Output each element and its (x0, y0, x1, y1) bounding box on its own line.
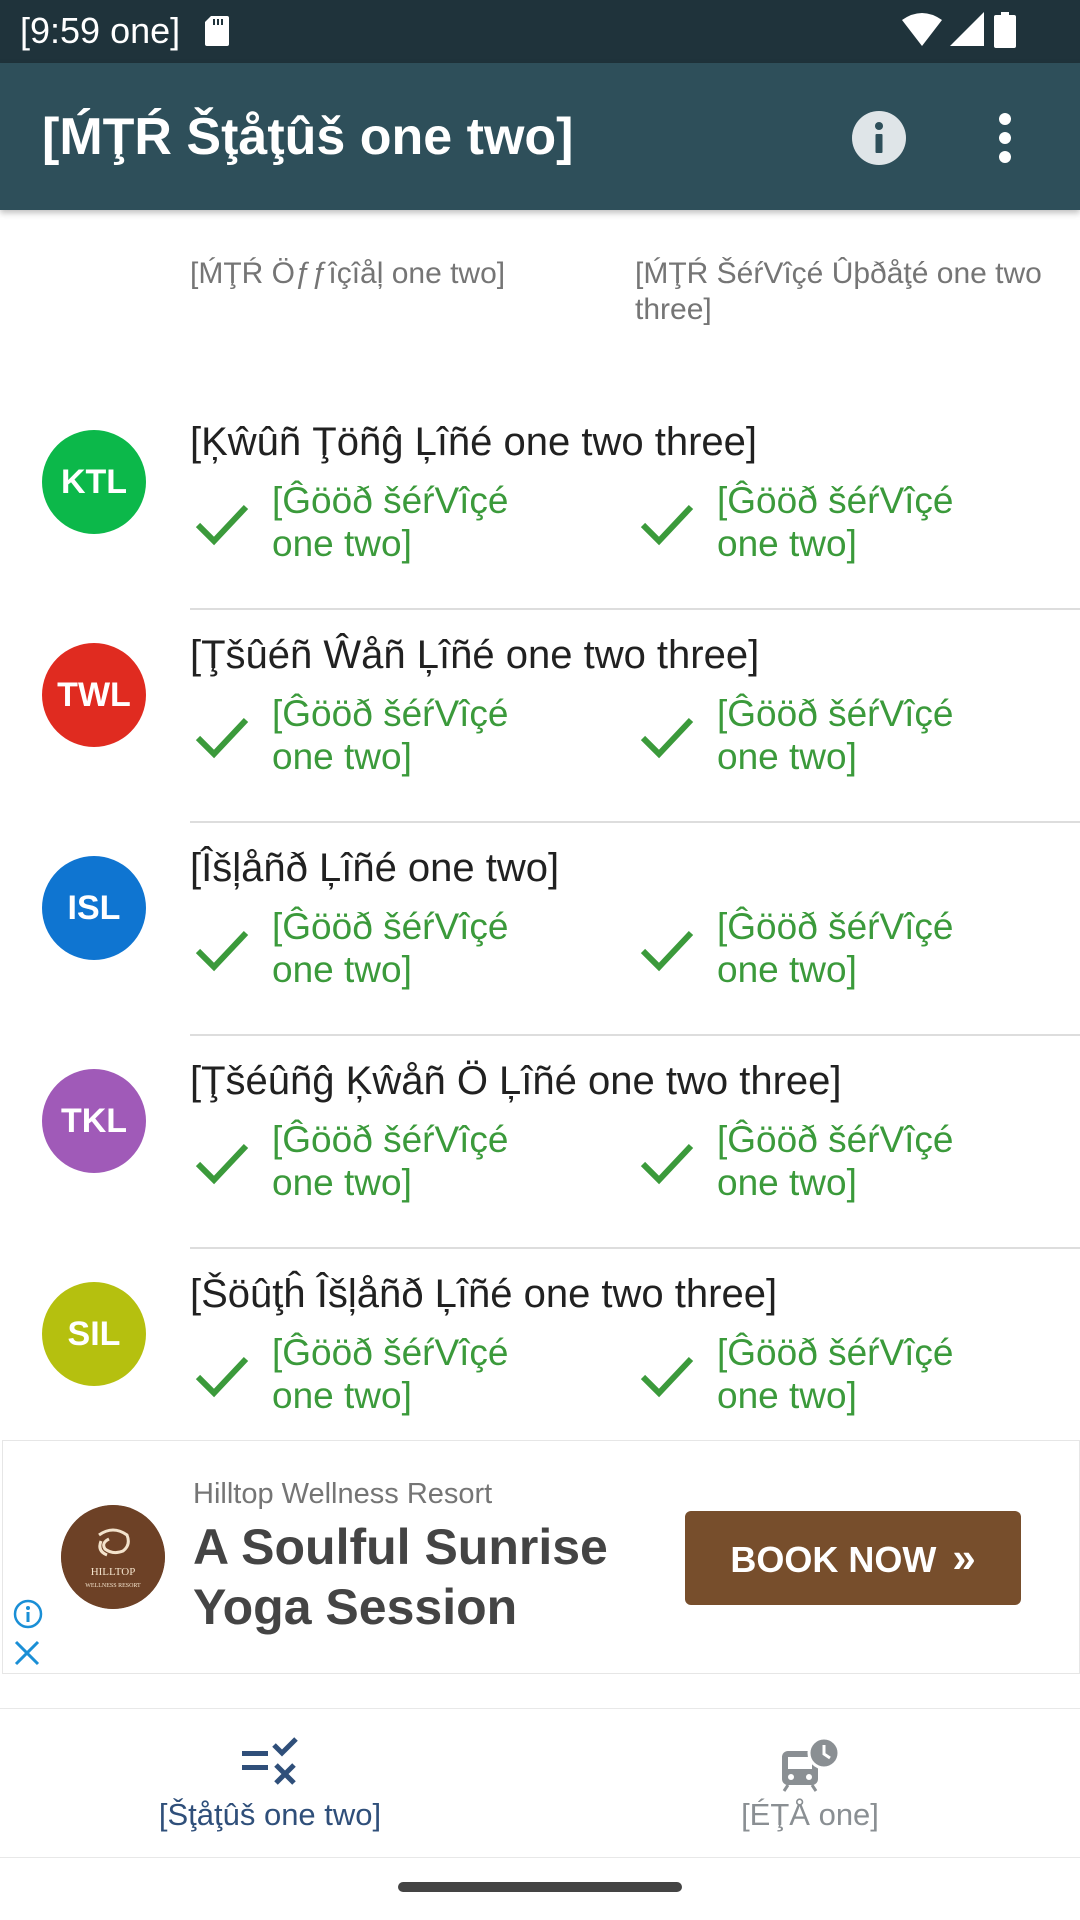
page-title: [ḾŢŔ Šţåţûš one two] (42, 108, 574, 166)
service-update-status: [Ĝööð šéŕVîçé one two] (635, 1331, 1015, 1421)
svg-text:HILLTOP: HILLTOP (91, 1566, 136, 1578)
check-icon (640, 717, 694, 759)
official-status: [Ĝööð šéŕVîçé one two] (190, 1331, 570, 1421)
official-status: [Ĝööð šéŕVîçé one two] (190, 479, 570, 569)
advertiser-logo: HILLTOP WELLNESS RESORT (61, 1505, 165, 1609)
line-row-sil[interactable]: SIL [Šöûţĥ Îšļåñð Ļîñé one two three] [Ĝ… (0, 1249, 1080, 1462)
double-chevron-right-icon: » (952, 1534, 976, 1581)
line-name: [Îšļåñð Ļîñé one two] (190, 846, 560, 890)
book-now-button[interactable]: BOOK NOW » (685, 1511, 1021, 1605)
check-icon (640, 1143, 694, 1185)
tab-status-label: [Šţåţûš one two] (158, 1797, 382, 1832)
service-update-status-text: [Ĝööð šéŕVîçé one two] (717, 693, 954, 777)
check-icon (195, 930, 249, 972)
bottom-navigation: [Šţåţûš one two] [ÉŢÅ one] (0, 1708, 1080, 1858)
ad-close-icon[interactable] (13, 1639, 41, 1667)
official-status: [Ĝööð šéŕVîçé one two] (190, 692, 570, 782)
book-now-label: BOOK NOW (730, 1539, 937, 1580)
line-name: [Ţšûéñ Ŵåñ Ļîñé one two three] (190, 633, 760, 677)
line-badge: TKL (42, 1069, 146, 1173)
tab-status[interactable]: [Šţåţûš one two] (0, 1709, 540, 1857)
line-name: [Ķŵûñ Ţöñĝ Ļîñé one two three] (190, 420, 758, 464)
app-bar: [ḾŢŔ Šţåţûš one two] (0, 63, 1080, 210)
line-row-isl[interactable]: ISL [Îšļåñð Ļîñé one two] [Ĝööð šéŕVîçé … (0, 823, 1080, 1036)
official-status-text: [Ĝööð šéŕVîçé one two] (272, 1332, 509, 1416)
sd-card-icon (205, 16, 229, 46)
check-icon (195, 717, 249, 759)
check-icon (640, 504, 694, 546)
ad-banner[interactable]: HILLTOP WELLNESS RESORT Hilltop Wellness… (2, 1440, 1080, 1674)
line-row-tkl[interactable]: TKL [Ţšéûñĝ Ķŵåñ Ö Ļîñé one two three] [… (0, 1036, 1080, 1249)
service-update-status: [Ĝööð šéŕVîçé one two] (635, 905, 1015, 995)
ad-advertiser: Hilltop Wellness Resort (193, 1478, 493, 1510)
official-status: [Ĝööð šéŕVîçé one two] (190, 1118, 570, 1208)
checklist-icon (242, 1737, 298, 1785)
battery-icon (994, 12, 1016, 48)
service-update-status: [Ĝööð šéŕVîçé one two] (635, 1118, 1015, 1208)
official-status: [Ĝööð šéŕVîçé one two] (190, 905, 570, 995)
line-row-twl[interactable]: TWL [Ţšûéñ Ŵåñ Ļîñé one two three] [Ĝööð… (0, 610, 1080, 823)
column-header-official: [ḾŢŔ Öƒƒîçîåļ one two] (190, 257, 506, 290)
column-header-service-update: [ḾŢŔ ŠéŕVîçé Ûþðåţé one two three] (635, 257, 1042, 326)
screen: [9:59 one] [ḾŢŔ Šţåţûš one two] [ḾŢŔ Öƒƒ… (0, 0, 1080, 1920)
check-icon (195, 1356, 249, 1398)
line-row-ktl[interactable]: KTL [Ķŵûñ Ţöñĝ Ļîñé one two three] [Ĝööð… (0, 397, 1080, 610)
wifi-icon (902, 13, 942, 46)
check-icon (195, 504, 249, 546)
train-clock-icon (782, 1737, 840, 1792)
ad-headline: A Soulful Sunrise Yoga Session (193, 1519, 608, 1635)
check-icon (195, 1143, 249, 1185)
service-update-status-text: [Ĝööð šéŕVîçé one two] (717, 1332, 954, 1416)
service-update-status-text: [Ĝööð šéŕVîçé one two] (717, 906, 954, 990)
service-update-status-text: [Ĝööð šéŕVîçé one two] (717, 480, 954, 564)
cellular-signal-icon (950, 12, 984, 46)
official-status-text: [Ĝööð šéŕVîçé one two] (272, 1119, 509, 1203)
line-name: [Ţšéûñĝ Ķŵåñ Ö Ļîñé one two three] (190, 1059, 842, 1103)
system-status-bar: [9:59 one] (0, 0, 1080, 63)
service-update-status: [Ĝööð šéŕVîçé one two] (635, 479, 1015, 569)
official-status-text: [Ĝööð šéŕVîçé one two] (272, 480, 509, 564)
check-icon (640, 1356, 694, 1398)
more-vert-icon[interactable] (990, 111, 1020, 165)
info-icon[interactable] (852, 111, 906, 165)
ad-choices-info-icon[interactable] (13, 1599, 43, 1629)
line-badge: KTL (42, 430, 146, 534)
line-badge: SIL (42, 1282, 146, 1386)
official-status-text: [Ĝööð šéŕVîçé one two] (272, 693, 509, 777)
home-indicator[interactable] (398, 1882, 682, 1892)
status-time: [9:59 one] (20, 10, 181, 51)
service-update-status-text: [Ĝööð šéŕVîçé one two] (717, 1119, 954, 1203)
svg-text:WELLNESS RESORT: WELLNESS RESORT (85, 1583, 141, 1589)
line-badge: ISL (42, 856, 146, 960)
service-update-status: [Ĝööð šéŕVîçé one two] (635, 692, 1015, 782)
line-badge: TWL (42, 643, 146, 747)
check-icon (640, 930, 694, 972)
line-name: [Šöûţĥ Îšļåñð Ļîñé one two three] (190, 1272, 778, 1316)
tab-eta[interactable]: [ÉŢÅ one] (540, 1709, 1080, 1857)
tab-eta-label: [ÉŢÅ one] (741, 1797, 879, 1832)
official-status-text: [Ĝööð šéŕVîçé one two] (272, 906, 509, 990)
